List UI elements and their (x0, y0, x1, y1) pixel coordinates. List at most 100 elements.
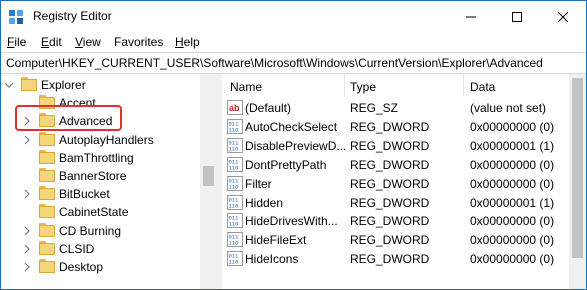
registry-value-row[interactable]: 011 110 HideIcons REG_DWORD 0x00000000 (0) (222, 249, 570, 268)
tree-vertical-scrollbar[interactable] (200, 74, 217, 289)
registry-editor-window: Registry Editor File Edit View Favorites… (0, 0, 587, 290)
registry-value-name: (Default) (245, 101, 292, 115)
tree-item-cabinetstate[interactable]: CabinetState (1, 203, 197, 221)
minimize-button[interactable] (448, 1, 494, 33)
registry-value-data: 0x00000000 (0) (470, 214, 555, 229)
binary-value-icon: 011 110 (227, 232, 243, 248)
svg-text:ab: ab (229, 103, 240, 113)
expand-chevron-icon[interactable] (23, 189, 31, 199)
registry-value-name: HideFileExt (245, 233, 307, 248)
close-button[interactable] (540, 1, 586, 33)
svg-text:110: 110 (229, 145, 239, 152)
tree-item-bamthrottling[interactable]: BamThrottling (1, 149, 197, 167)
menu-view[interactable]: View (75, 35, 101, 49)
menu-edit-label: dit (49, 35, 62, 49)
tree-item-label: BamThrottling (59, 150, 134, 165)
registry-value-type: REG_DWORD (350, 157, 430, 172)
binary-value-icon: 011 110 (227, 137, 243, 153)
registry-value-type: REG_DWORD (350, 214, 430, 229)
binary-value-icon: 011 110 (227, 213, 243, 229)
folder-icon (39, 131, 55, 147)
registry-value-name: DisablePreviewD... (245, 138, 347, 153)
tree-item-cd-burning[interactable]: CD Burning (1, 222, 197, 240)
registry-values-list[interactable]: Name Type Data ab (Default) REG_SZ (value n… (222, 74, 586, 289)
registry-value-row[interactable]: 011 110 Filter REG_DWORD 0x00000000 (0) (222, 174, 570, 193)
tree-item-label: AutoplayHandlers (59, 132, 154, 147)
folder-icon (39, 222, 55, 238)
registry-editor-app-icon (9, 10, 23, 24)
tree-item-explorer[interactable]: Explorer (1, 76, 197, 94)
list-vertical-scrollbar[interactable] (569, 74, 586, 289)
registry-value-row[interactable]: 011 110 HideDrivesWith... REG_DWORD 0x000000… (222, 211, 570, 230)
registry-value-row[interactable]: 011 110 AutoCheckSelect REG_DWORD 0x00000000… (222, 117, 570, 136)
menu-view-label: iew (82, 35, 101, 49)
collapse-chevron-icon[interactable] (5, 80, 13, 90)
menu-view-accel: V (75, 35, 83, 49)
folder-icon (39, 168, 55, 183)
expand-chevron-icon[interactable] (23, 244, 31, 254)
column-header-name[interactable]: Name (222, 74, 344, 98)
registry-value-name: HideDrivesWith... (245, 214, 338, 229)
registry-value-row[interactable]: 011 110 HideFileExt REG_DWORD 0x00000000 (0) (222, 230, 570, 249)
minimize-icon (466, 16, 476, 18)
tree-item-clsid[interactable]: CLSID (1, 240, 197, 258)
column-header-data[interactable]: Data (464, 74, 570, 98)
folder-icon (39, 204, 55, 219)
column-header-type[interactable]: Type (345, 74, 463, 98)
address-bar[interactable]: Computer\HKEY_CURRENT_USER\Software\Micr… (1, 52, 586, 74)
svg-text:110: 110 (229, 202, 239, 209)
registry-value-data: 0x00000000 (0) (470, 119, 555, 134)
registry-value-data: 0x00000001 (1) (470, 195, 555, 210)
svg-text:110: 110 (229, 164, 239, 171)
menu-file[interactable]: File (7, 35, 26, 49)
svg-text:110: 110 (229, 240, 239, 247)
menu-edit[interactable]: Edit (41, 35, 62, 49)
registry-value-row[interactable]: 011 110 DontPrettyPath REG_DWORD 0x00000000 … (222, 155, 570, 174)
tree-item-autoplayhandlers[interactable]: AutoplayHandlers (1, 131, 197, 149)
registry-value-row[interactable]: 011 110 Hidden REG_DWORD 0x00000001 (1) (222, 193, 570, 212)
expand-chevron-icon[interactable] (23, 262, 31, 272)
maximize-button[interactable] (494, 1, 540, 33)
registry-value-type: REG_DWORD (350, 119, 430, 134)
folder-icon (39, 149, 55, 165)
title-bar[interactable]: Registry Editor (1, 1, 586, 33)
menu-edit-accel: E (41, 35, 50, 49)
window-title: Registry Editor (33, 9, 112, 23)
tree-item-desktop[interactable]: Desktop (1, 258, 197, 276)
folder-icon (39, 240, 55, 256)
registry-value-row[interactable]: ab (Default) REG_SZ (value not set) (222, 98, 570, 117)
binary-value-icon: 011 110 (227, 175, 243, 191)
tree-item-label: BitBucket (59, 187, 110, 202)
column-header-type-label: Type (350, 80, 377, 94)
binary-value-icon: 011 110 (227, 118, 243, 134)
registry-value-data: (value not set) (470, 101, 547, 115)
expand-chevron-icon[interactable] (23, 135, 31, 145)
svg-text:110: 110 (229, 259, 239, 266)
column-header-data-label: Data (470, 80, 496, 94)
tree-scroll-thumb[interactable] (203, 166, 214, 186)
tree-item-label: Explorer (41, 78, 86, 92)
menu-favorites[interactable]: Favorites (114, 35, 163, 49)
registry-value-data: 0x00000000 (0) (470, 252, 555, 267)
close-icon (558, 12, 568, 22)
registry-value-name: Hidden (245, 195, 284, 210)
registry-value-data: 0x00000000 (0) (470, 176, 555, 191)
registry-value-data: 0x00000000 (0) (470, 157, 555, 172)
column-header-name-label: Name (230, 80, 263, 94)
registry-value-row[interactable]: 011 110 DisablePreviewD... REG_DWORD 0x00000… (222, 136, 570, 155)
tree-item-bannerstore[interactable]: BannerStore (1, 167, 197, 185)
menu-favorites-label: Favorites (114, 35, 164, 49)
folder-icon (39, 186, 55, 201)
registry-value-data: 0x00000000 (0) (470, 233, 555, 248)
tree-item-label: CabinetState (59, 205, 129, 220)
list-scroll-thumb[interactable] (572, 78, 583, 258)
address-path[interactable]: Computer\HKEY_CURRENT_USER\Software\Micr… (6, 56, 543, 70)
tree-item-bitbucket[interactable]: BitBucket (1, 185, 197, 203)
registry-value-name: AutoCheckSelect (245, 119, 338, 134)
menu-bar: File Edit View Favorites Help (1, 33, 586, 52)
svg-text:110: 110 (229, 221, 239, 228)
expand-chevron-icon[interactable] (23, 226, 31, 236)
tree-item-label: CD Burning (59, 223, 122, 238)
menu-help[interactable]: Help (175, 35, 200, 49)
binary-value-icon: 011 110 (227, 194, 243, 210)
